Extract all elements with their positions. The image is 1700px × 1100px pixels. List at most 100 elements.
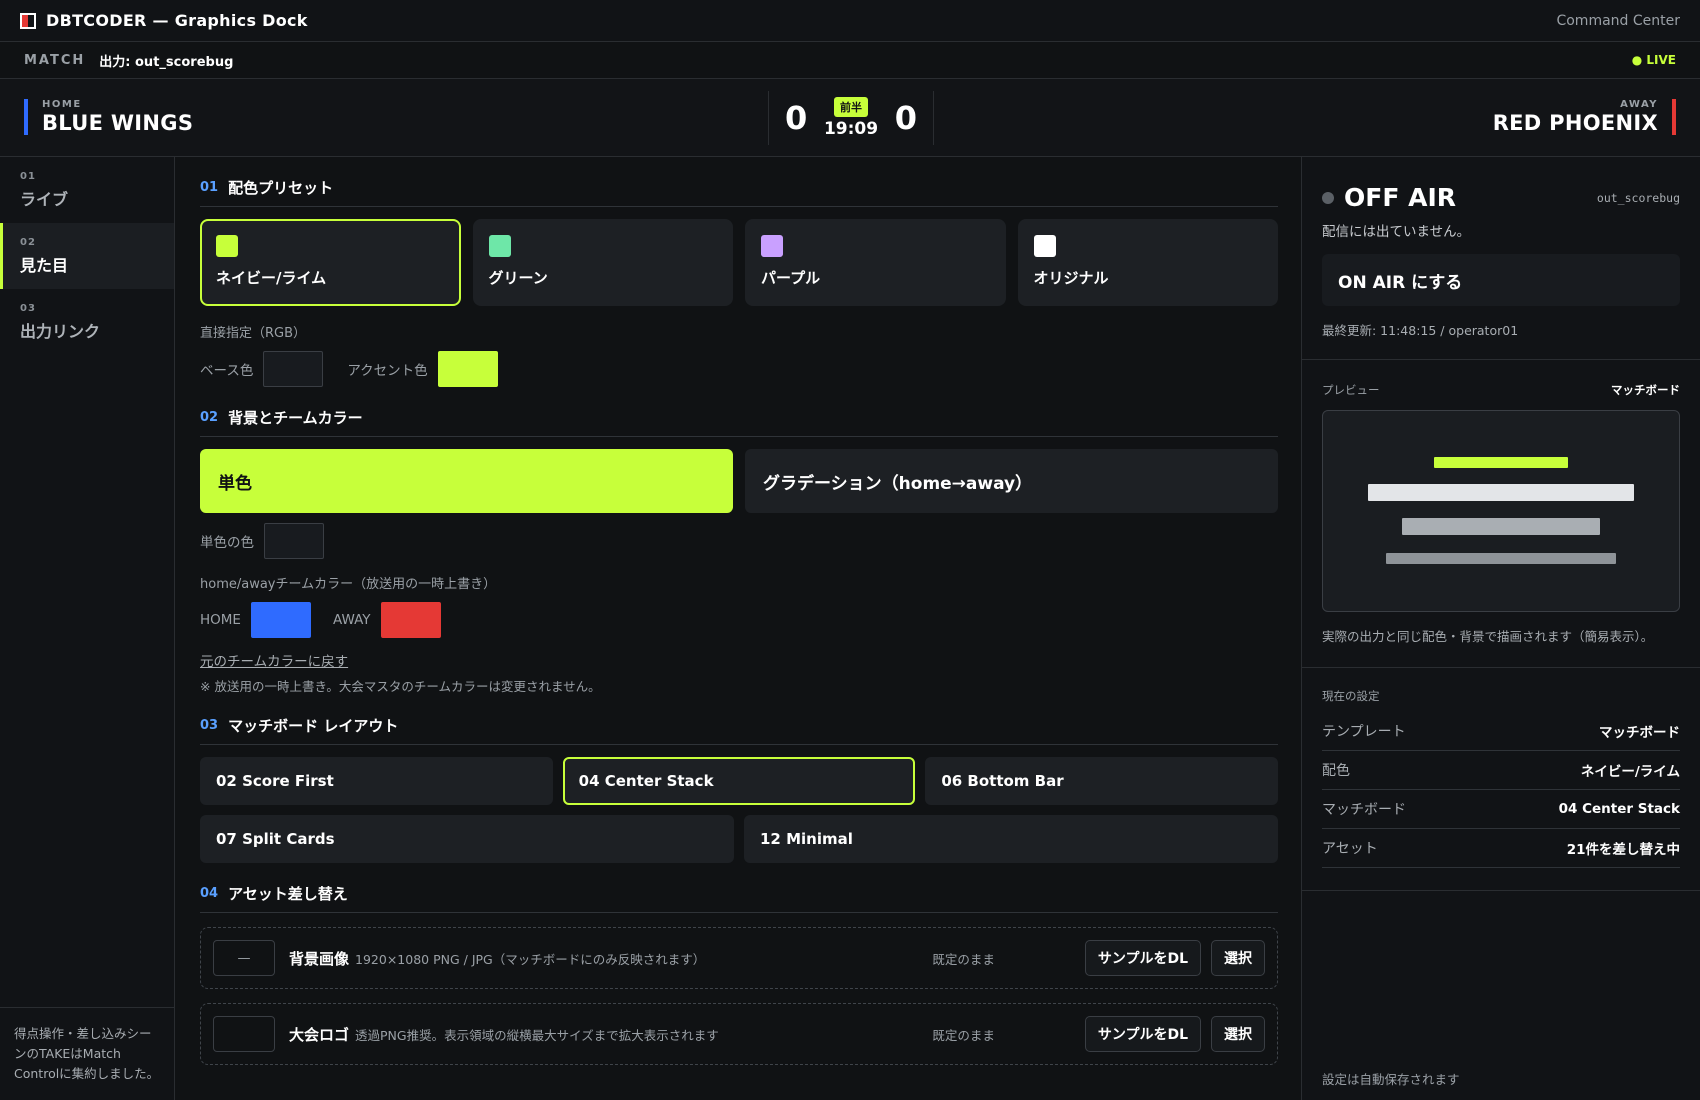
download-sample-button[interactable]: サンプルをDL [1084,940,1201,976]
section-number: 01 [200,180,219,195]
accent-color-label: アクセント色 [347,363,428,379]
command-center-link[interactable]: Command Center [1556,13,1680,29]
away-side-label: AWAY [1620,99,1658,110]
on-air-button[interactable]: ON AIR にする [1322,254,1680,306]
preset-label: パープル [761,269,821,287]
away-team: AWAY RED PHOENIX [1493,99,1676,135]
asset-name: 背景画像 [289,949,350,968]
team-color-note: ※ 放送用の一時上書き。大会マスタのチームカラーは変更されません。 [200,679,601,694]
setting-value: ネイビー/ライム [1580,764,1680,780]
section-title: マッチボード レイアウト [228,717,399,735]
nav-label: 出力リンク [20,322,101,341]
setting-value: 04 Center Stack [1558,801,1680,817]
nav-label: 見た目 [20,256,69,275]
autosave-note: 設定は自動保存されます [1322,1072,1460,1087]
preview-subtitle-bar [1402,518,1600,535]
solid-color-label: 単色の色 [200,535,254,551]
asset-state: 既定のまま [932,951,995,967]
home-team: HOME BLUE WINGS [24,99,193,135]
nav-label: ライブ [20,190,69,209]
sidebar-item-live[interactable]: 01 ライブ [0,157,174,223]
section-title: アセット差し替え [228,885,348,903]
section-number: 04 [200,886,219,901]
match-label: MATCH [24,52,86,68]
direct-rgb-title: 直接指定（RGB） [200,326,307,341]
asset-row: 大会ロゴ 透過PNG推奨。表示領域の縦横最大サイズまで拡大表示されます 既定のま… [200,1003,1278,1065]
asset-thumbnail: — [213,940,275,976]
team-color-title: home/awayチームカラー（放送用の一時上書き） [200,577,497,592]
select-file-button[interactable]: 選択 [1211,940,1265,976]
app-title: DBTCODER — Graphics Dock [46,11,308,30]
base-color-input[interactable] [263,351,324,387]
select-file-button[interactable]: 選択 [1211,1016,1265,1052]
section-header-color-preset: 01 配色プリセット [200,157,1278,207]
setting-key: 配色 [1322,763,1350,779]
bg-mode-gradient[interactable]: グラデーション（home→away） [745,449,1278,513]
sidebar-item-output-links[interactable]: 03 出力リンク [0,289,174,355]
layout-bottom-bar[interactable]: 06 Bottom Bar [925,757,1278,805]
preset-green[interactable]: グリーン [472,219,733,306]
asset-state: 既定のまま [932,1027,995,1043]
swatch-white-icon [1033,235,1056,257]
live-indicator: ● LIVE [1631,53,1676,67]
swatch-lime-icon [216,235,238,257]
home-color-label: HOME [200,612,241,628]
setting-value: 21件を差し替え中 [1566,842,1680,858]
preset-purple[interactable]: パープル [745,219,1006,306]
section-header-layout: 03 マッチボード レイアウト [200,695,1278,745]
away-color-input[interactable] [380,602,441,638]
preview-accent-bar [1434,457,1568,468]
away-color-label: AWAY [332,612,371,628]
setting-row-matchboard: マッチボード 04 Center Stack [1322,790,1680,829]
away-team-name: RED PHOENIX [1492,111,1658,135]
setting-row-template: テンプレート マッチボード [1322,712,1680,751]
setting-row-color: 配色 ネイビー/ライム [1322,751,1680,790]
preview-mode: マッチボード [1611,383,1680,397]
setting-key: アセット [1322,841,1378,857]
current-settings-title: 現在の設定 [1322,689,1380,703]
preset-original[interactable]: オリジナル [1017,219,1278,306]
bg-mode-solid[interactable]: 単色 [200,449,733,513]
layout-score-first[interactable]: 02 Score First [200,757,553,805]
section-number: 02 [200,410,219,425]
preset-label: グリーン [488,269,548,287]
section-title: 配色プリセット [228,179,334,197]
setting-row-assets: アセット 21件を差し替え中 [1322,829,1680,868]
base-color-label: ベース色 [200,363,254,379]
nav-number: 01 [20,171,36,182]
preset-label: ネイビー/ライム [216,269,327,287]
setting-key: マッチボード [1322,802,1406,818]
status-dot-icon [1322,191,1334,204]
download-sample-button[interactable]: サンプルをDL [1084,1016,1201,1052]
preview-label: プレビュー [1322,383,1380,397]
match-bar: MATCH 出力: out_scorebug ● LIVE [0,42,1700,79]
sidebar: 01 ライブ 02 見た目 03 出力リンク 得点操作・差し込みシーンのTAKE… [0,157,175,1100]
swatch-green-icon [488,235,511,257]
preset-list: ネイビー/ライム グリーン パープル オリジナル [200,219,1278,306]
scoreboard-header: HOME BLUE WINGS 0 前半 19:09 0 AWAY RED PH… [0,79,1700,157]
layout-center-stack[interactable]: 04 Center Stack [562,757,916,805]
broadcast-status: OFF AIR [1344,183,1457,212]
nav-number: 02 [20,237,36,248]
solid-color-input[interactable] [264,523,324,559]
sidebar-item-appearance[interactable]: 02 見た目 [0,223,174,289]
output-id: out_scorebug [1596,190,1680,205]
away-score: 0 [894,99,917,137]
preview-title-bar [1368,484,1634,501]
layout-split-cards[interactable]: 07 Split Cards [200,815,734,863]
asset-description: 透過PNG推奨。表示領域の縦横最大サイズまで拡大表示されます [355,1027,719,1043]
preset-label: オリジナル [1033,269,1109,287]
preset-navy-lime[interactable]: ネイビー/ライム [200,219,461,306]
layout-minimal[interactable]: 12 Minimal [744,815,1278,863]
swatch-purple-icon [761,235,783,257]
status-description: 配信には出ていません。 [1322,224,1471,240]
accent-color-input[interactable] [437,351,498,387]
home-side-label: HOME [42,99,82,110]
setting-value: マッチボード [1599,725,1680,741]
home-color-input[interactable] [250,602,311,638]
preview-canvas [1322,410,1680,612]
reset-team-color-link[interactable]: 元のチームカラーに戻す [200,650,348,670]
last-updated: 最終更新: 11:48:15 / operator01 [1322,323,1519,338]
main-panel: 01 配色プリセット ネイビー/ライム グリーン パープル オリジナル 直接指定… [200,157,1278,1100]
home-score: 0 [785,99,808,137]
